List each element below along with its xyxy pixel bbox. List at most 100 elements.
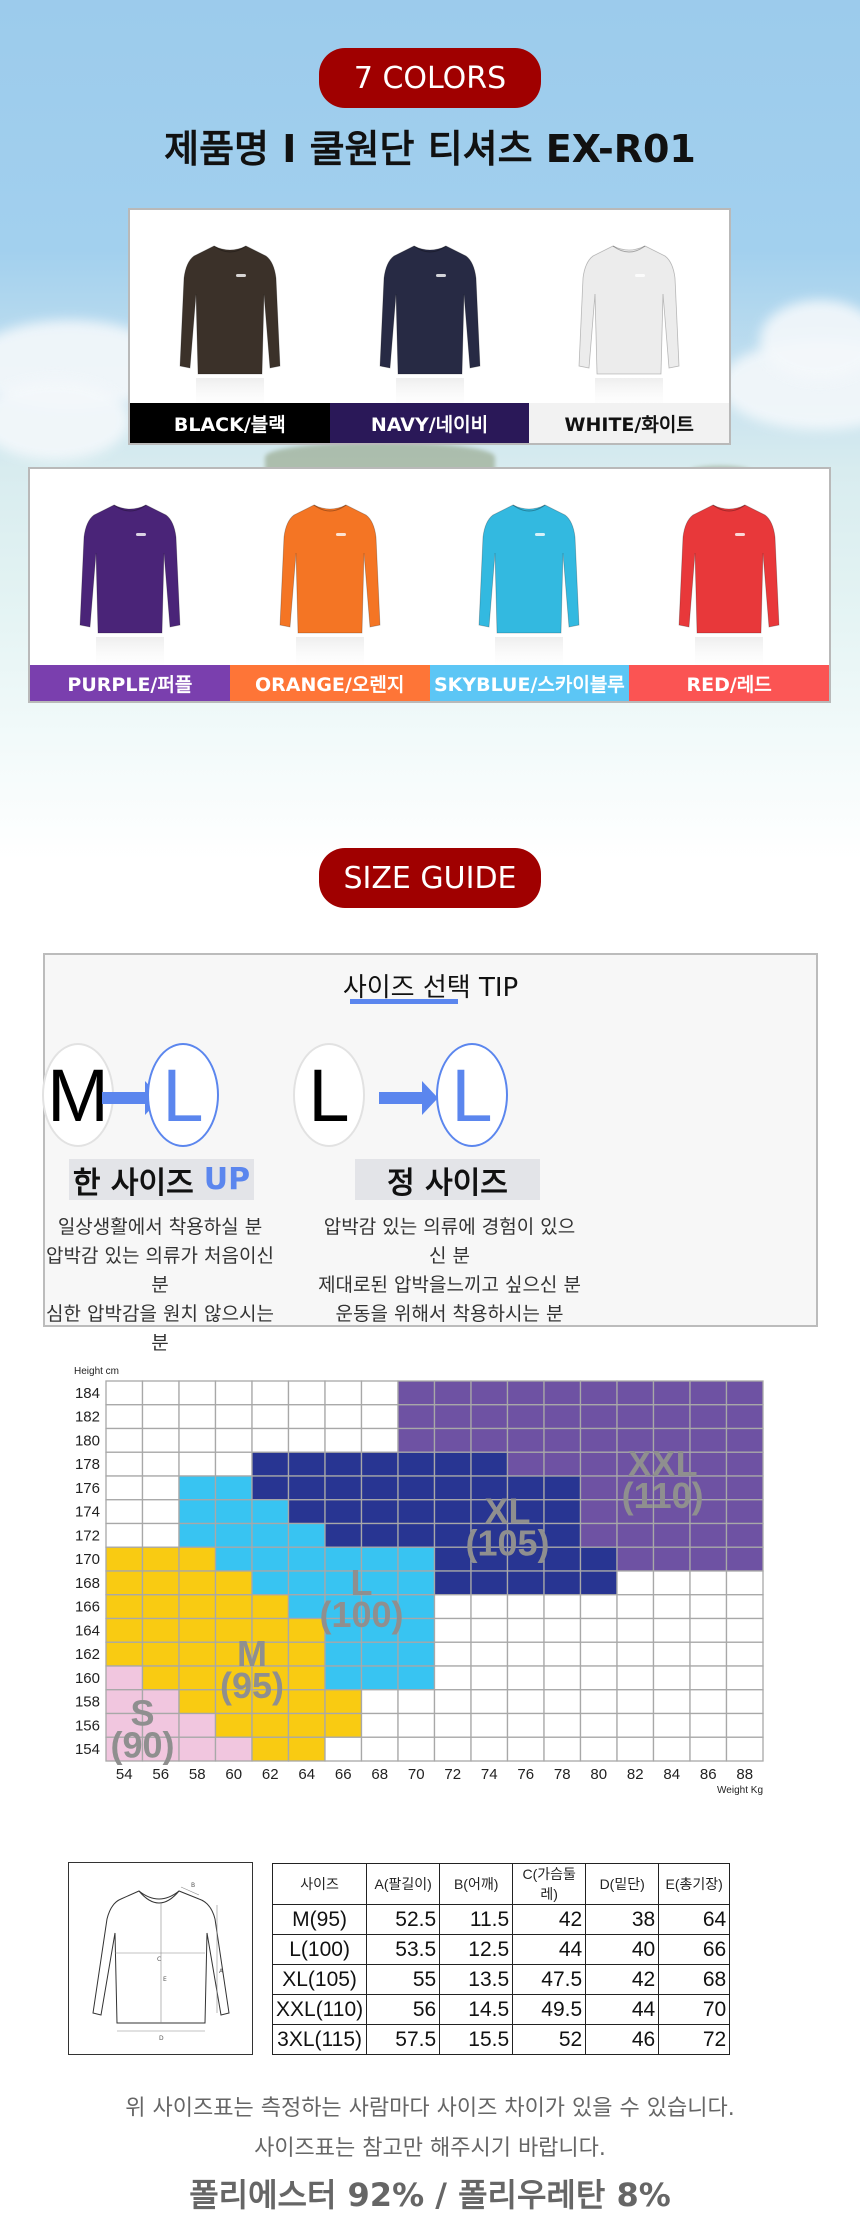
chart-cell-l	[178, 1499, 217, 1525]
chart-cell	[543, 1594, 582, 1620]
chart-cell	[616, 1665, 655, 1691]
chart-cell	[652, 1641, 691, 1667]
chart-cell-l	[287, 1570, 326, 1596]
measurement-cell: 57.5	[366, 2024, 441, 2055]
y-tick-label: 176	[75, 1480, 100, 1497]
chart-cell	[579, 1617, 618, 1643]
chart-cell	[579, 1712, 618, 1738]
chart-cell-m	[105, 1546, 144, 1572]
chart-cell	[433, 1617, 472, 1643]
chart-cell-m	[287, 1712, 326, 1738]
table-row: L(100) 53.5 12.5 44 40 66	[271, 1934, 731, 1965]
x-tick-label: 76	[517, 1766, 534, 1783]
column-header: E(총기장)	[658, 1863, 731, 1905]
color-label: ORANGE/오렌지	[229, 665, 430, 701]
chart-cell	[105, 1427, 144, 1453]
size-tip-box: 사이즈 선택 TIP M L L L 한 사이즈 UP 정 사이즈 일상생활에서…	[42, 953, 818, 1354]
chart-cell-xl	[543, 1475, 582, 1501]
chart-cell-xxl	[470, 1404, 509, 1430]
chart-cell	[360, 1427, 399, 1453]
chart-cell-xl	[287, 1451, 326, 1477]
measurement-cell: 70	[658, 1994, 731, 2025]
measurement-cell: 56	[366, 1994, 441, 2025]
color-label: RED/레드	[629, 665, 829, 701]
chart-cell-xxl	[652, 1522, 691, 1548]
chart-cell	[616, 1736, 655, 1762]
measurement-cell: 42	[512, 1904, 587, 1935]
chart-cell	[543, 1736, 582, 1762]
chart-cell-s	[105, 1665, 144, 1691]
chart-cell-xxl	[506, 1380, 545, 1406]
size-zone-sublabel-xxl: (110)	[622, 1475, 704, 1516]
colors_row2-shirt-0	[30, 469, 230, 673]
chart-cell-xl	[397, 1522, 436, 1548]
chart-cell-l	[324, 1641, 363, 1667]
chart-cell-xxl	[725, 1380, 764, 1406]
size-table-header: 사이즈 A(팔길이) B(어깨) C(가슴둘레) D(밑단) E(총기장)	[271, 1863, 731, 1905]
chart-cell-xl	[251, 1451, 290, 1477]
chart-cell	[506, 1712, 545, 1738]
chart-cell	[543, 1665, 582, 1691]
chart-cell	[397, 1689, 436, 1715]
chart-cell-m	[214, 1712, 253, 1738]
x-tick-label: 80	[590, 1766, 607, 1783]
colors_row2-shirt-1	[230, 469, 430, 673]
chart-cell-m	[287, 1665, 326, 1691]
measurement-cell: 49.5	[512, 1994, 587, 2025]
chart-cell-xxl	[652, 1380, 691, 1406]
y-tick-label: 184	[75, 1385, 100, 1402]
size-zone-sublabel-s: (90)	[110, 1724, 174, 1765]
column-header: B(어깨)	[439, 1863, 514, 1905]
long-sleeve-shirt-icon	[279, 504, 381, 673]
chart-cell-xxl	[616, 1522, 655, 1548]
x-tick-label: 58	[189, 1766, 206, 1783]
chart-cell	[506, 1736, 545, 1762]
chart-cell-m	[251, 1736, 290, 1762]
chart-cell-m	[141, 1665, 180, 1691]
y-tick-label: 160	[75, 1670, 100, 1687]
chart-cell-xxl	[579, 1380, 618, 1406]
y-axis-label: Height cm	[74, 1366, 119, 1377]
chart-cell-xxl	[689, 1380, 728, 1406]
chart-cell-l	[397, 1546, 436, 1572]
chart-cell-xxl	[579, 1475, 618, 1501]
measurement-cell: 46	[585, 2024, 660, 2055]
chart-cell	[506, 1665, 545, 1691]
diagram-label-b: B	[191, 1882, 195, 1889]
chart-cell	[105, 1380, 144, 1406]
chart-cell	[470, 1641, 509, 1667]
chart-cell-s	[178, 1712, 217, 1738]
description-line: 압박감 있는 의류가 처음이신 분	[46, 1245, 274, 1296]
long-sleeve-shirt-icon	[79, 504, 181, 673]
x-tick-label: 72	[444, 1766, 461, 1783]
column-header: D(밑단)	[585, 1863, 660, 1905]
chart-cell-xxl	[616, 1546, 655, 1572]
chart-cell-xxl	[725, 1499, 764, 1525]
chart-cell-xxl	[543, 1427, 582, 1453]
chart-cell	[725, 1641, 764, 1667]
chart-cell-xxl	[433, 1404, 472, 1430]
y-tick-label: 174	[75, 1504, 100, 1521]
chart-cell	[214, 1451, 253, 1477]
chart-cell-xl	[579, 1546, 618, 1572]
size-circle-to-right: L	[436, 1043, 508, 1147]
chart-cell-l	[251, 1522, 290, 1548]
measurement-cell: 55	[366, 1964, 441, 1995]
chart-cell	[689, 1641, 728, 1667]
chart-cell-xl	[251, 1475, 290, 1501]
column-header: 사이즈	[271, 1863, 368, 1905]
chart-cell	[579, 1736, 618, 1762]
chart-cell-xl	[506, 1570, 545, 1596]
color-options-row-2: PURPLE/퍼플 ORANGE/오렌지 SKYBLUE/스카이블루 RED/레드	[28, 467, 831, 703]
chart-cell	[141, 1499, 180, 1525]
chart-cell-xl	[287, 1499, 326, 1525]
chart-cell	[433, 1712, 472, 1738]
chart-cell	[214, 1404, 253, 1430]
chart-cell-m	[178, 1594, 217, 1620]
chart-cell	[433, 1665, 472, 1691]
chart-cell-xxl	[397, 1380, 436, 1406]
x-tick-label: 54	[116, 1766, 133, 1783]
x-tick-label: 74	[481, 1766, 498, 1783]
chart-cell-xxl	[579, 1427, 618, 1453]
y-tick-label: 180	[75, 1432, 100, 1449]
